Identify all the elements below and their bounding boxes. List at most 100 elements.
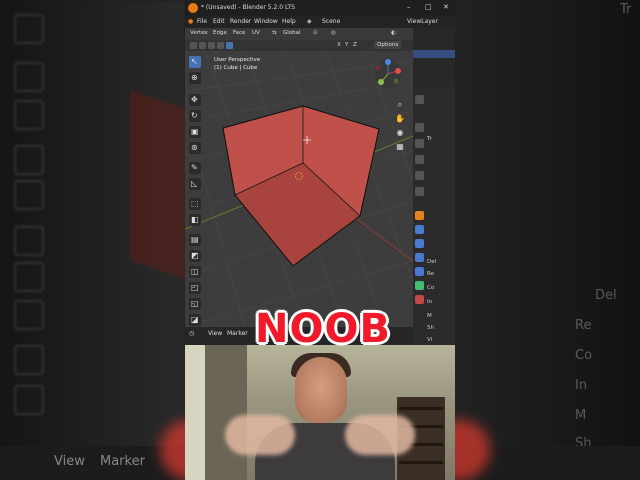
outliner-row-selected[interactable]: [413, 50, 455, 58]
modifier-tab-icon[interactable]: [415, 225, 424, 234]
view-layer-selector[interactable]: ViewLayer: [407, 18, 438, 25]
cursor-tool[interactable]: ⊕: [189, 72, 201, 84]
view-layer-tab-icon[interactable]: [415, 155, 424, 164]
outliner-row[interactable]: [413, 68, 455, 76]
rotate-tool[interactable]: ↻: [189, 110, 201, 122]
world-tab-icon[interactable]: [415, 187, 424, 196]
menu-edit[interactable]: Edit: [213, 18, 225, 25]
inset-icon: ▤: [191, 235, 199, 244]
timeline-clock-icon[interactable]: ◷: [189, 330, 194, 337]
transform-orientation[interactable]: Global: [283, 30, 301, 36]
background-right-blur: Tr Del Re Co In M Sh Vi: [455, 0, 640, 480]
pan-hand-icon[interactable]: ✋: [394, 114, 406, 126]
knife-icon: ◰: [191, 283, 199, 292]
knife-tool[interactable]: ◰: [189, 282, 201, 294]
particles-tab-icon[interactable]: [415, 239, 424, 248]
doorway: [205, 345, 247, 480]
object-tab-icon[interactable]: [415, 211, 424, 220]
window-title: * (Unsaved) - Blender 5.2.0 LTS: [201, 4, 295, 11]
cube-add-icon: ⬚: [191, 199, 199, 208]
select-box-tool[interactable]: ↖: [189, 56, 201, 68]
overlay-icon[interactable]: ◐: [391, 30, 396, 36]
minimize-button[interactable]: –: [407, 3, 411, 11]
bevel-tool[interactable]: ◩: [189, 250, 201, 262]
grid-icon[interactable]: ▦: [394, 142, 406, 154]
axis-z-toggle[interactable]: Z: [353, 42, 357, 48]
poly-build-tool[interactable]: ◱: [189, 298, 201, 310]
loop-cut-tool[interactable]: ◫: [189, 266, 201, 278]
tool-tab-icon[interactable]: [415, 95, 424, 104]
viewport-header: Vertex Edge Face UV ⇆ Global ⊙ ◎ ◐: [185, 28, 413, 40]
measure-tool[interactable]: ◺: [189, 178, 201, 190]
cursor-arrow-icon: ↖: [191, 57, 198, 66]
loop-cut-icon: ◫: [191, 267, 199, 276]
menu-window[interactable]: Window: [254, 18, 278, 25]
move-tool[interactable]: ✥: [189, 94, 201, 106]
poly-build-icon: ◱: [191, 299, 199, 308]
mode-icon[interactable]: [208, 42, 215, 49]
ghost-tool-icon: [14, 385, 44, 415]
snap-icon[interactable]: ⊙: [313, 30, 318, 36]
annotate-tool[interactable]: ✎: [189, 162, 201, 174]
ghost-label: Re: [575, 318, 592, 333]
mode-icon[interactable]: [226, 42, 233, 49]
physics-tab-icon[interactable]: [415, 253, 424, 262]
constraints-tab-icon[interactable]: [415, 267, 424, 276]
close-button[interactable]: ✕: [443, 3, 449, 11]
properties-panel: Tr Del Re Co In M Sh Vi: [413, 87, 455, 345]
axis-y-toggle[interactable]: Y: [345, 42, 348, 48]
mode-icon[interactable]: [217, 42, 224, 49]
menu-bar: ● File Edit Render Window Help ◈ Scene V…: [185, 16, 455, 28]
ghost-tool-icon: [14, 180, 44, 210]
render-tab-icon[interactable]: [415, 123, 424, 132]
blender-logo-icon: [188, 3, 198, 13]
zoom-icon[interactable]: ⌕: [394, 100, 406, 112]
select-mode-face[interactable]: Face: [233, 30, 245, 36]
mode-icon[interactable]: [199, 42, 206, 49]
rotate-icon: ↻: [191, 111, 198, 120]
ghost-tool-icon: [14, 100, 44, 130]
viewport-subheader: X Y Z Options: [185, 40, 413, 51]
blender-menu-icon[interactable]: ●: [188, 18, 193, 25]
add-cube-tool[interactable]: ⬚: [189, 198, 201, 210]
outliner-row[interactable]: [413, 32, 455, 40]
properties-label: Re: [427, 271, 434, 277]
camera-icon[interactable]: ◉: [394, 128, 406, 140]
select-mode-vertex[interactable]: Vertex: [190, 30, 208, 36]
ghost-label: Tr: [620, 2, 632, 17]
outliner-row[interactable]: [413, 59, 455, 67]
data-tab-icon[interactable]: [415, 281, 424, 290]
cube-mesh: [222, 105, 380, 267]
spin-tool[interactable]: ◪: [189, 314, 201, 326]
move-icon: ✥: [191, 95, 198, 104]
scene-tab-icon[interactable]: [415, 171, 424, 180]
properties-label: In: [427, 299, 433, 305]
scene-selector[interactable]: Scene: [322, 18, 340, 25]
material-tab-icon[interactable]: [415, 295, 424, 304]
inset-tool[interactable]: ▤: [189, 234, 201, 246]
bevel-icon: ◩: [191, 251, 199, 260]
select-mode-edge[interactable]: Edge: [213, 30, 227, 36]
options-dropdown[interactable]: Options: [374, 41, 402, 49]
uv-menu[interactable]: UV: [252, 30, 260, 36]
maximize-button[interactable]: □: [425, 3, 432, 11]
extrude-tool[interactable]: ◧: [189, 214, 201, 226]
scene-icon: ◈: [307, 18, 312, 25]
menu-file[interactable]: File: [197, 18, 207, 25]
properties-label: M: [427, 313, 432, 319]
3d-viewport[interactable]: User Perspective (1) Cube | Cube: [185, 51, 413, 327]
person-hand: [345, 415, 415, 455]
menu-render[interactable]: Render: [230, 18, 251, 25]
timeline-view-menu[interactable]: View: [208, 330, 222, 337]
scale-tool[interactable]: ▣: [189, 126, 201, 138]
mode-icon[interactable]: [190, 42, 197, 49]
menu-help[interactable]: Help: [282, 18, 296, 25]
person-hand: [225, 415, 295, 455]
person-face: [295, 357, 347, 423]
outliner-row[interactable]: [413, 41, 455, 49]
transform-tool[interactable]: ⊛: [189, 142, 201, 154]
ghost-label: Del: [595, 288, 617, 303]
output-tab-icon[interactable]: [415, 139, 424, 148]
axis-x-toggle[interactable]: X: [337, 42, 341, 48]
proportional-edit-icon[interactable]: ◎: [331, 30, 336, 36]
